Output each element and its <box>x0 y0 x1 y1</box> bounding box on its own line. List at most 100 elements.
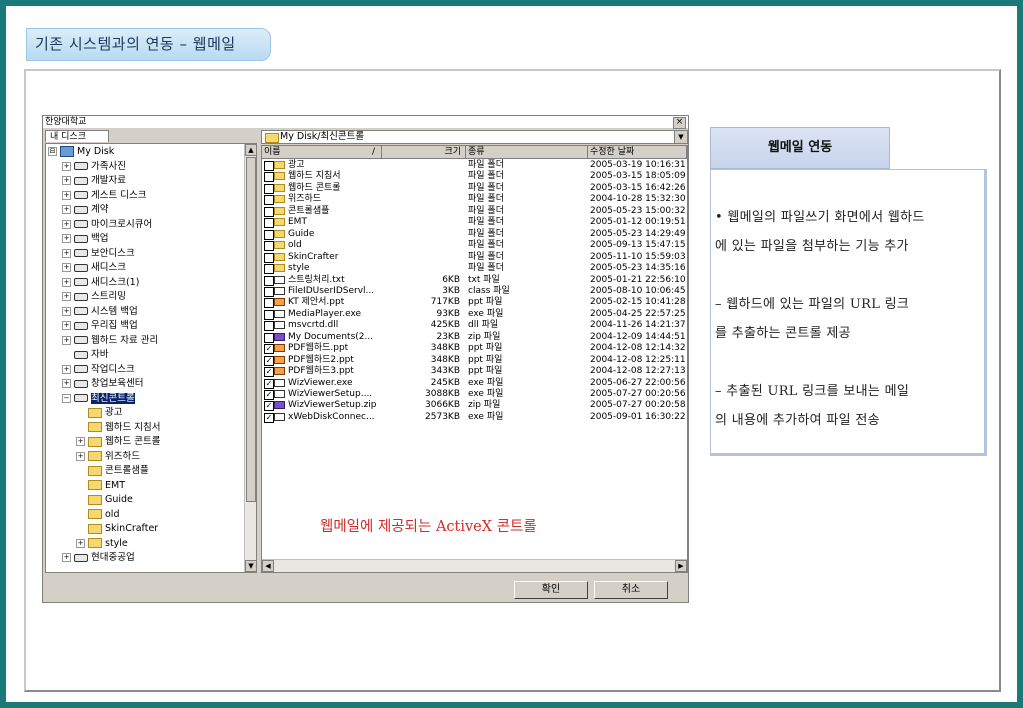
tree-item[interactable]: 콘트롤샘플 <box>76 464 149 478</box>
file-row[interactable]: Guide 파일 폴더 2005-05-23 14:29:49 <box>262 229 687 240</box>
expand-toggle-icon[interactable]: + <box>62 205 71 214</box>
file-checkbox[interactable] <box>264 309 274 320</box>
expand-toggle-icon[interactable]: + <box>62 292 71 301</box>
file-row[interactable]: old 파일 폴더 2005-09-13 15:47:15 <box>262 240 687 252</box>
scroll-up-icon[interactable]: ▲ <box>245 144 256 156</box>
close-icon[interactable]: × <box>673 117 686 129</box>
file-checkbox[interactable]: ✓ <box>264 412 274 423</box>
expand-toggle-icon[interactable]: + <box>62 379 71 388</box>
expand-toggle-icon[interactable]: + <box>76 538 85 548</box>
tree-item[interactable]: + 웹하드 콘트롤 <box>76 435 160 449</box>
tree-item[interactable]: + 우리집 백업 <box>62 319 138 333</box>
tree-item[interactable]: + 가족사진 <box>62 160 126 174</box>
tree-item[interactable]: ⊟ My Disk <box>48 145 114 159</box>
expand-toggle-icon[interactable]: − <box>62 393 71 403</box>
tree-item[interactable]: + 백업 <box>62 232 108 246</box>
tree-item[interactable]: + 게스트 디스크 <box>62 189 146 203</box>
cancel-button[interactable]: 취소 <box>594 581 668 599</box>
file-checkbox[interactable] <box>264 241 274 252</box>
file-checkbox[interactable]: ✓ <box>264 344 274 355</box>
expand-toggle-icon[interactable]: + <box>62 176 71 185</box>
tree-item[interactable]: 자바 <box>62 348 108 362</box>
expand-toggle-icon[interactable]: + <box>62 248 71 258</box>
file-row[interactable]: My Documents(2... 23KB zip 파일 2004-12-09 14… <box>262 332 687 343</box>
tree-item[interactable]: 광고 <box>76 406 122 420</box>
file-row[interactable]: ✓ PDF웹하드3.ppt 343KB ppt 파일 2004-12-08 12:27:… <box>262 366 687 378</box>
tree-item[interactable]: old <box>76 508 119 522</box>
tree-item[interactable]: + 개발자료 <box>62 174 126 188</box>
file-row[interactable]: 웹하드 지침서 파일 폴더 2005-03-15 18:05:09 <box>262 171 687 183</box>
file-checkbox[interactable]: ✓ <box>264 401 274 412</box>
file-checkbox[interactable] <box>264 172 274 183</box>
file-checkbox[interactable] <box>264 286 274 297</box>
tab-my-disk[interactable]: 내 디스크 <box>45 130 109 142</box>
tree-item[interactable]: + style <box>76 537 128 551</box>
column-header-name[interactable]: 이름 / <box>262 146 382 158</box>
file-row[interactable]: ✓ xWebDiskConnec... 2573KB exe 파일 2005-09-01… <box>262 412 687 423</box>
file-row[interactable]: SkinCrafter 파일 폴더 2005-11-10 15:59:03 <box>262 252 687 263</box>
expand-toggle-icon[interactable]: + <box>62 335 71 345</box>
expand-toggle-icon[interactable]: ⊟ <box>48 147 57 156</box>
expand-toggle-icon[interactable]: + <box>62 364 71 374</box>
file-row[interactable]: KT 제안서.ppt 717KB ppt 파일 2005-02-15 10:41:28 <box>262 297 687 309</box>
tree-item[interactable]: + 마이크로시큐어 <box>62 218 152 232</box>
file-row[interactable]: ✓ WizViewerSetup.... 3088KB exe 파일 2005-07-2… <box>262 389 687 400</box>
expand-toggle-icon[interactable]: + <box>62 190 71 200</box>
tree-item[interactable]: + 창업보육센터 <box>62 377 143 391</box>
expand-toggle-icon[interactable]: + <box>62 277 71 287</box>
tree-item[interactable]: + 시스템 백업 <box>62 305 138 319</box>
path-combobox[interactable]: My Disk/최신콘트롤 ▼ <box>261 130 688 144</box>
tree-item[interactable]: + 새디스크 <box>62 261 126 275</box>
tree-item[interactable]: − 최신콘트롤 <box>62 392 135 406</box>
file-checkbox[interactable]: ✓ <box>264 378 274 389</box>
expand-toggle-icon[interactable]: + <box>62 263 71 272</box>
file-checkbox[interactable] <box>264 264 274 275</box>
file-row[interactable]: MediaPlayer.exe 93KB exe 파일 2005-04-25 22:5… <box>262 309 687 320</box>
file-row[interactable]: msvcrtd.dll 425KB dll 파일 2004-11-26 14:21:3… <box>262 320 687 332</box>
file-row[interactable]: style 파일 폴더 2005-05-23 14:35:16 <box>262 263 687 275</box>
file-row[interactable]: ✓ PDF웹하드2.ppt 348KB ppt 파일 2004-12-08 12:25:… <box>262 355 687 366</box>
file-checkbox[interactable] <box>264 321 274 332</box>
file-row[interactable]: 광고 파일 폴더 2005-03-19 10:16:31 <box>262 160 687 171</box>
tree-item[interactable]: + 새디스크(1) <box>62 276 139 290</box>
file-checkbox[interactable] <box>264 332 274 343</box>
file-list[interactable]: 이름 / 크기 종류 수정한 날짜 광고 파일 폴더 2005-03-19 10:16… <box>261 145 688 573</box>
tree-scroll-thumb[interactable] <box>246 157 256 502</box>
column-header-size[interactable]: 크기 <box>382 146 466 158</box>
expand-toggle-icon[interactable]: + <box>62 234 71 243</box>
tree-item[interactable]: + 스트리밍 <box>62 290 126 304</box>
file-checkbox[interactable]: ✓ <box>264 367 274 378</box>
file-row[interactable]: EMT 파일 폴더 2005-01-12 00:19:51 <box>262 217 687 229</box>
ok-button[interactable]: 확인 <box>514 581 588 599</box>
file-checkbox[interactable]: ✓ <box>264 390 274 400</box>
tree-item[interactable]: + 웹하드 자료 관리 <box>62 334 158 348</box>
file-checkbox[interactable] <box>264 218 274 229</box>
tree-item[interactable]: Guide <box>76 493 133 507</box>
chevron-down-icon[interactable]: ▼ <box>674 131 687 143</box>
tree-item[interactable]: + 작업디스크 <box>62 363 135 377</box>
file-checkbox[interactable] <box>264 252 274 263</box>
file-checkbox[interactable] <box>264 275 274 286</box>
file-checkbox[interactable] <box>264 206 274 217</box>
file-checkbox[interactable]: ✓ <box>264 355 274 366</box>
expand-toggle-icon[interactable]: + <box>62 161 71 171</box>
file-row[interactable]: ✓ WizViewerSetup.zip 3066KB zip 파일 2005-07-2… <box>262 400 687 412</box>
file-checkbox[interactable] <box>264 195 274 206</box>
expand-toggle-icon[interactable]: + <box>76 451 85 461</box>
file-checkbox[interactable] <box>264 161 274 171</box>
tree-item[interactable]: + 위즈하드 <box>76 450 140 464</box>
list-horizontal-scrollbar[interactable]: ◀ ▶ <box>262 559 687 572</box>
file-row[interactable]: 콘트롤샘플 파일 폴더 2005-05-23 15:00:32 <box>262 206 687 217</box>
folder-tree[interactable]: ⊟ My Disk + 가족사진 + 개발자료 + 게스트 디스크 + 계약 + 마이크로시큐어 + 백업… <box>45 143 257 573</box>
file-row[interactable]: 위즈하드 파일 폴더 2004-10-28 15:32:30 <box>262 194 687 206</box>
column-header-type[interactable]: 종류 <box>466 146 588 158</box>
expand-toggle-icon[interactable]: + <box>76 437 85 446</box>
tree-scrollbar[interactable]: ▲ ▼ <box>244 144 256 572</box>
expand-toggle-icon[interactable]: + <box>62 306 71 316</box>
file-row[interactable]: ✓ PDF웹하드.ppt 348KB ppt 파일 2004-12-08 12:14:3… <box>262 343 687 355</box>
file-row[interactable]: ✓ WizViewer.exe 245KB exe 파일 2005-06-27 22:0… <box>262 378 687 389</box>
expand-toggle-icon[interactable]: + <box>62 553 71 562</box>
expand-toggle-icon[interactable]: + <box>62 219 71 229</box>
file-checkbox[interactable] <box>264 183 274 194</box>
tree-item[interactable]: 웹하드 지침서 <box>76 421 160 435</box>
